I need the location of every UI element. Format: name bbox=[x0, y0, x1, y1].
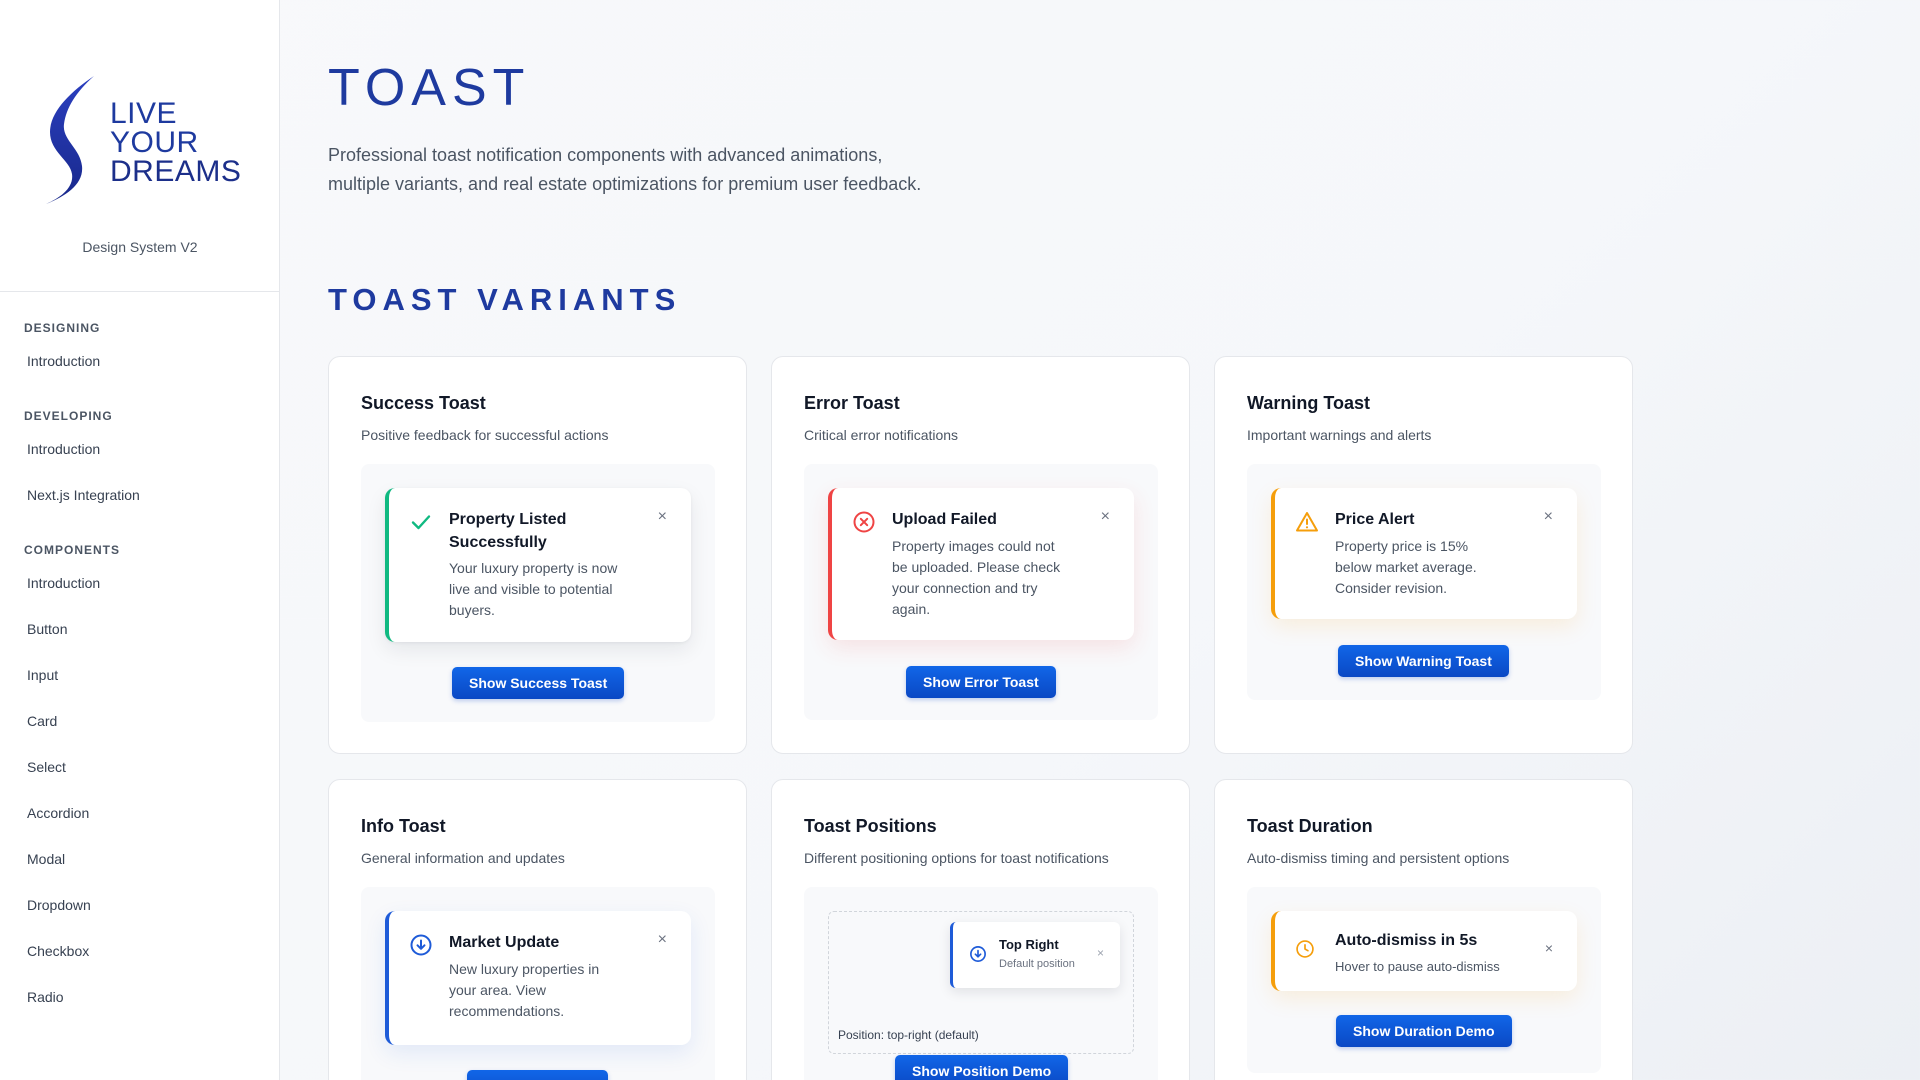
show-info-toast-button[interactable]: Show Info Toast bbox=[467, 1070, 609, 1080]
demo-area: Property Listed Successfully Your luxury… bbox=[361, 464, 715, 722]
sidebar-item-radio[interactable]: Radio bbox=[0, 974, 279, 1020]
card-description: General information and updates bbox=[361, 850, 565, 866]
card-description: Different positioning options for toast … bbox=[804, 850, 1109, 866]
show-success-toast-button[interactable]: Show Success Toast bbox=[452, 667, 625, 699]
toast-message: Hover to pause auto-dismiss bbox=[1335, 959, 1500, 974]
toast-message: New luxury properties in your area. View… bbox=[449, 961, 600, 1019]
close-icon[interactable]: × bbox=[1544, 508, 1553, 526]
logo-line-3: DREAMS bbox=[110, 155, 242, 188]
toast-title: Price Alert bbox=[1335, 511, 1415, 528]
sidebar-item-modal[interactable]: Modal bbox=[0, 836, 279, 882]
toast-message: Your luxury property is now live and vis… bbox=[449, 560, 618, 618]
toast-duration-card: Toast Duration Auto-dismiss timing and p… bbox=[1214, 779, 1633, 1080]
section-title: TOAST VARIANTS bbox=[328, 282, 682, 317]
toast-title: Market Update bbox=[449, 934, 560, 951]
card-description: Important warnings and alerts bbox=[1247, 427, 1432, 443]
logo-swoosh-icon bbox=[46, 76, 94, 204]
check-icon bbox=[411, 515, 431, 530]
sidebar-item-components-introduction[interactable]: Introduction bbox=[0, 560, 279, 606]
demo-area: Upload Failed Property images could not … bbox=[804, 464, 1158, 720]
demo-area: Market Update New luxury properties in y… bbox=[361, 887, 715, 1080]
close-icon[interactable]: × bbox=[658, 508, 667, 526]
warning-toast-card: Warning Toast Important warnings and ale… bbox=[1214, 356, 1633, 754]
brand-subtitle: Design System V2 bbox=[82, 239, 198, 255]
toast-message: Property price is 15% below market avera… bbox=[1335, 538, 1477, 596]
show-error-toast-button[interactable]: Show Error Toast bbox=[906, 666, 1056, 698]
sidebar-item-card[interactable]: Card bbox=[0, 698, 279, 744]
close-icon[interactable]: × bbox=[658, 931, 667, 949]
duration-toast: Auto-dismiss in 5s Hover to pause auto-d… bbox=[1271, 911, 1577, 991]
toast-subtitle: Default position bbox=[999, 958, 1075, 970]
warning-triangle-icon bbox=[1296, 512, 1318, 532]
info-download-icon bbox=[410, 934, 432, 956]
close-icon[interactable]: × bbox=[1545, 940, 1553, 956]
clock-icon bbox=[1296, 940, 1314, 958]
show-position-demo-button[interactable]: Show Position Demo bbox=[895, 1055, 1069, 1080]
brand-header: LIVE YOUR DREAMS Design System V2 bbox=[0, 0, 279, 292]
page-title: TOAST bbox=[328, 59, 531, 117]
nav-section-designing: DESIGNING bbox=[24, 321, 101, 335]
sidebar-item-select[interactable]: Select bbox=[0, 744, 279, 790]
card-title: Info Toast bbox=[361, 816, 446, 836]
sidebar-item-dropdown[interactable]: Dropdown bbox=[0, 882, 279, 928]
logo-line-1: LIVE bbox=[110, 97, 178, 130]
position-preview-frame: Top Right Default position × Position: t… bbox=[828, 911, 1134, 1054]
card-title: Warning Toast bbox=[1247, 393, 1370, 413]
close-icon[interactable]: × bbox=[1101, 508, 1110, 526]
card-title: Toast Duration bbox=[1247, 816, 1373, 836]
success-toast: Property Listed Successfully Your luxury… bbox=[385, 488, 691, 642]
show-duration-demo-button[interactable]: Show Duration Demo bbox=[1336, 1015, 1512, 1047]
logo-line-2: YOUR bbox=[110, 126, 199, 159]
toast-title: Property Listed Successfully bbox=[449, 511, 567, 551]
demo-area: Top Right Default position × Position: t… bbox=[804, 887, 1158, 1080]
info-toast: Market Update New luxury properties in y… bbox=[385, 911, 691, 1045]
card-description: Positive feedback for successful actions bbox=[361, 427, 609, 443]
nav-section-components: COMPONENTS bbox=[24, 543, 121, 557]
show-warning-toast-button[interactable]: Show Warning Toast bbox=[1338, 645, 1509, 677]
toast-positions-card: Toast Positions Different positioning op… bbox=[771, 779, 1190, 1080]
nav-section-developing: DEVELOPING bbox=[24, 409, 113, 423]
card-title: Toast Positions bbox=[804, 816, 937, 836]
sidebar-nav: DESIGNING Introduction DEVELOPING Introd… bbox=[0, 292, 279, 1020]
page-description: Professional toast notification componen… bbox=[328, 145, 922, 194]
sidebar-item-checkbox[interactable]: Checkbox bbox=[0, 928, 279, 974]
toast-message: Property images could not be uploaded. P… bbox=[892, 538, 1061, 617]
sidebar-item-developing-introduction[interactable]: Introduction bbox=[0, 426, 279, 472]
card-description: Auto-dismiss timing and persistent optio… bbox=[1247, 850, 1510, 866]
logo-text: LIVE YOUR DREAMS bbox=[110, 97, 242, 188]
toast-title: Top Right bbox=[999, 937, 1059, 952]
sidebar: LIVE YOUR DREAMS Design System V2 DESIGN… bbox=[0, 0, 280, 1080]
demo-area: Auto-dismiss in 5s Hover to pause auto-d… bbox=[1247, 887, 1601, 1073]
info-download-icon bbox=[970, 946, 986, 962]
sidebar-item-button[interactable]: Button bbox=[0, 606, 279, 652]
success-toast-card: Success Toast Positive feedback for succ… bbox=[328, 356, 747, 754]
close-icon[interactable]: × bbox=[1097, 946, 1104, 960]
card-title: Success Toast bbox=[361, 393, 486, 413]
x-circle-icon bbox=[853, 511, 875, 533]
sidebar-item-input[interactable]: Input bbox=[0, 652, 279, 698]
sidebar-item-nextjs-integration[interactable]: Next.js Integration bbox=[0, 472, 279, 518]
sidebar-item-accordion[interactable]: Accordion bbox=[0, 790, 279, 836]
warning-toast: Price Alert Property price is 15% below … bbox=[1271, 488, 1577, 619]
error-toast-card: Error Toast Critical error notifications… bbox=[771, 356, 1190, 754]
card-description: Critical error notifications bbox=[804, 427, 959, 443]
toast-title: Auto-dismiss in 5s bbox=[1335, 932, 1478, 949]
card-title: Error Toast bbox=[804, 393, 900, 413]
sidebar-item-designing-introduction[interactable]: Introduction bbox=[0, 338, 279, 384]
position-caption: Position: top-right (default) bbox=[838, 1028, 979, 1042]
toast-title: Upload Failed bbox=[892, 511, 997, 528]
demo-area: Price Alert Property price is 15% below … bbox=[1247, 464, 1601, 700]
error-toast: Upload Failed Property images could not … bbox=[828, 488, 1134, 640]
info-toast-card: Info Toast General information and updat… bbox=[328, 779, 747, 1080]
top-right-toast: Top Right Default position × bbox=[950, 922, 1120, 988]
